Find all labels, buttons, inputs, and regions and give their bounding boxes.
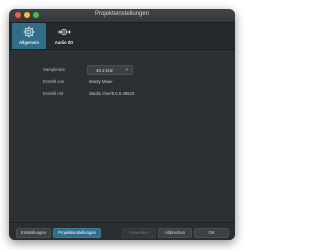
created-by-label: Erstellt von	[43, 79, 65, 84]
created-by-value: Monty Maier	[89, 79, 113, 84]
gear-icon	[23, 26, 35, 38]
window-title: Projekteinstellungen	[94, 11, 150, 17]
tab-audio-io[interactable]: Audio I/O	[47, 23, 81, 49]
created-with-row: Erstellt mit Studio One/5.0.0.49510	[9, 89, 235, 99]
chevron-down-icon: ▾	[125, 66, 128, 72]
tab-label-allgemein: Allgemein	[18, 40, 39, 45]
anwenden-button[interactable]: Anwenden	[122, 228, 156, 238]
tab-label-audio-io: Audio I/O	[54, 40, 74, 45]
ok-button[interactable]: OK	[194, 228, 229, 238]
general-settings-panel: Samplerate 44.1 kHz ▾ Erstellt von Monty…	[9, 50, 235, 222]
project-settings-window: Projekteinstellungen Allgemein Audio I/O	[9, 9, 235, 240]
tab-allgemein[interactable]: Allgemein	[12, 23, 46, 49]
created-by-row: Erstellt von Monty Maier	[9, 77, 235, 87]
titlebar: Projekteinstellungen	[9, 9, 235, 23]
dialog-footer: Einstellungen Projekteinstellungen Anwen…	[9, 222, 235, 240]
einstellungen-button[interactable]: Einstellungen	[16, 228, 51, 238]
created-with-label: Erstellt mit	[43, 91, 64, 96]
created-with-value: Studio One/5.0.0.49510	[89, 91, 135, 96]
samplerate-label: Samplerate	[43, 67, 65, 72]
projekteinstellungen-button[interactable]: Projekteinstellungen	[53, 228, 101, 238]
settings-toolbar: Allgemein Audio I/O	[9, 23, 235, 50]
audio-io-icon	[57, 28, 71, 36]
abbrechen-button[interactable]: Abbrechen	[158, 228, 192, 238]
samplerate-value: 44.1 kHz	[96, 67, 113, 73]
samplerate-row: Samplerate 44.1 kHz ▾	[9, 65, 235, 75]
samplerate-select[interactable]: 44.1 kHz ▾	[87, 65, 133, 75]
